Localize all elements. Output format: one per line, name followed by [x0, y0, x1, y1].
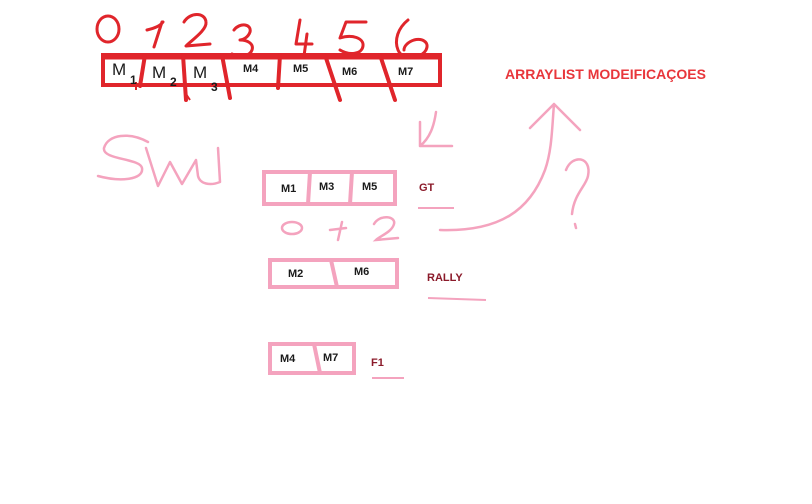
cell-2-sub: 3 [211, 80, 218, 94]
index-5 [338, 20, 368, 55]
diagram-title: ARRAYLIST MODEIFICAÇOES [505, 66, 706, 82]
index-1 [145, 20, 165, 49]
cell-6-label: M7 [398, 66, 414, 78]
cell-4-label: M5 [293, 63, 309, 75]
gt-index-digits [280, 216, 400, 242]
rally-underline [427, 297, 487, 301]
cell-0-letter: M [112, 60, 127, 79]
index-0 [95, 14, 121, 44]
f1-label: F1 [371, 357, 384, 369]
cell-0-sub: 1 [130, 73, 137, 87]
cell-1-sub: 2 [170, 75, 177, 89]
gt-item-2: M5 [362, 181, 378, 193]
index-digits [95, 13, 429, 59]
index-6 [394, 18, 429, 59]
rally-item-0: M2 [288, 268, 304, 280]
index-2 [182, 13, 212, 48]
gt-item-1: M3 [319, 181, 335, 193]
index-3 [230, 23, 254, 58]
question-mark-scribble [564, 158, 590, 230]
gt-label: GT [419, 182, 435, 194]
index-4 [294, 18, 314, 58]
cell-2-letter: M [193, 63, 208, 82]
rally-item-1: M6 [354, 266, 370, 278]
gt-item-0: M1 [281, 183, 297, 195]
f1-item-1: M7 [323, 352, 339, 364]
cell-3-label: M4 [243, 63, 259, 75]
up-curve-arrow [438, 102, 582, 232]
cell-1-letter: M [152, 63, 167, 82]
sw-scribble [96, 134, 222, 188]
down-arrow [418, 110, 454, 148]
f1-item-0: M4 [280, 353, 296, 365]
cell-5-label: M6 [342, 66, 358, 78]
rally-label: RALLY [427, 272, 463, 284]
